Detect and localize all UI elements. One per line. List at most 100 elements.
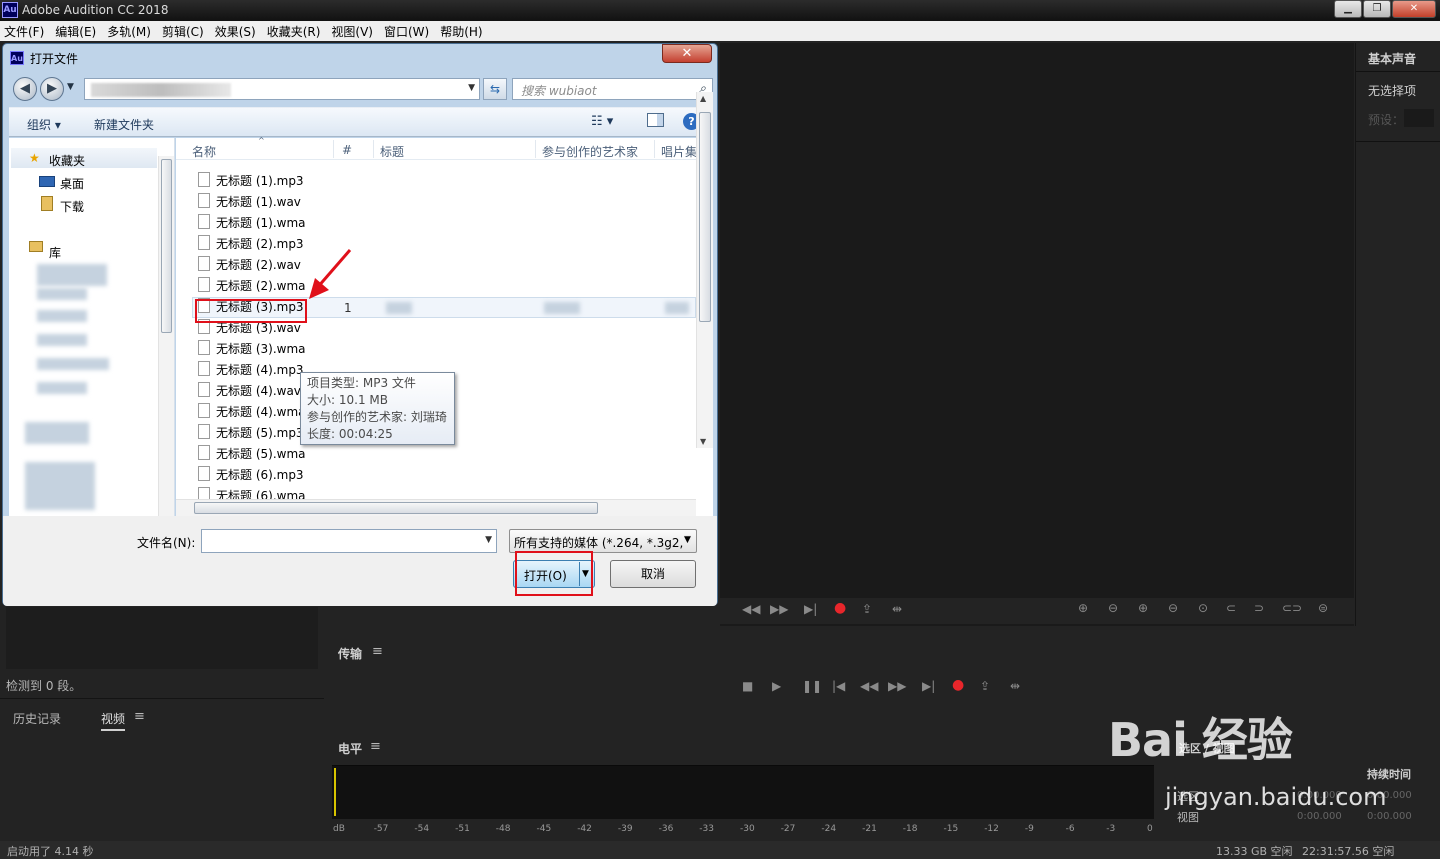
file-row[interactable]: 无标题 (6).mp3 xyxy=(194,463,304,484)
organize-button[interactable]: 组织 ▾ xyxy=(27,116,61,133)
file-row[interactable]: 无标题 (5).mp3 xyxy=(194,421,304,442)
tab-video[interactable]: 视频 xyxy=(101,710,126,731)
play-icon[interactable]: ▶ xyxy=(772,679,781,693)
record-icon[interactable]: ● xyxy=(834,600,846,616)
transport-title: 传输 xyxy=(338,647,363,661)
dialog-close-button[interactable]: ✕ xyxy=(662,44,712,63)
minimize-button[interactable]: ▁ xyxy=(1334,0,1362,18)
maximize-button[interactable]: ❐ xyxy=(1363,0,1391,18)
back-button[interactable]: ◀ xyxy=(13,77,37,101)
file-row[interactable]: 无标题 (2).mp3 xyxy=(194,232,304,253)
blurred-nav-item xyxy=(25,422,89,444)
zoom-selection-icon[interactable]: ⊂ xyxy=(1226,601,1236,615)
zoom-in-time-icon[interactable]: ⊕ xyxy=(1138,601,1148,615)
scroll-down-icon[interactable]: ▼ xyxy=(700,437,706,446)
tab-history[interactable]: 历史记录 xyxy=(13,710,61,727)
pause-icon[interactable]: ❚❚ xyxy=(802,679,822,693)
view-duration[interactable]: 0:00.000 xyxy=(1367,811,1412,822)
menu-effects[interactable]: 效果(S) xyxy=(215,23,256,40)
close-button[interactable]: ✕ xyxy=(1392,0,1436,18)
history-dropdown-icon[interactable]: ▼ xyxy=(67,82,74,92)
fast-forward-icon[interactable]: ▶▶ xyxy=(888,679,906,693)
menu-multitrack[interactable]: 多轨(M) xyxy=(107,23,151,40)
zoom-left-icon[interactable]: ⊃ xyxy=(1254,601,1264,615)
nav-desktop[interactable]: 桌面 xyxy=(60,175,84,192)
address-bar[interactable]: ▼ xyxy=(84,78,480,100)
zoom-out-time-icon[interactable]: ⊖ xyxy=(1168,601,1178,615)
file-list-scrollbar[interactable]: ▲ ▼ xyxy=(696,92,713,448)
record-icon[interactable]: ● xyxy=(952,677,964,693)
skip-start-icon[interactable]: |◀ xyxy=(832,679,845,693)
view-options-icon[interactable]: ☷ ▾ xyxy=(591,114,613,129)
skip-icon[interactable]: ⇹ xyxy=(1010,679,1020,693)
rewind-icon[interactable]: ◀◀ xyxy=(860,679,878,693)
fast-forward-icon[interactable]: ▶▶ xyxy=(770,602,788,616)
new-folder-button[interactable]: 新建文件夹 xyxy=(94,116,154,133)
file-icon xyxy=(198,172,210,187)
zoom-full-icon[interactable]: ⊙ xyxy=(1198,601,1208,615)
nav-scrollbar[interactable] xyxy=(158,156,174,516)
nav-downloads[interactable]: 下载 xyxy=(60,198,84,215)
panel-menu-icon[interactable]: ≡ xyxy=(370,739,381,754)
file-list-scrollbar-thumb[interactable] xyxy=(699,112,711,322)
zoom-right-icon[interactable]: ⊂⊃ xyxy=(1282,601,1302,615)
col-artist[interactable]: 参与创作的艺术家 xyxy=(542,143,638,160)
menu-edit[interactable]: 编辑(E) xyxy=(55,23,96,40)
menu-bar: 文件(F) 编辑(E) 多轨(M) 剪辑(C) 效果(S) 收藏夹(R) 视图(… xyxy=(0,21,1440,41)
file-row[interactable]: 无标题 (2).wav xyxy=(194,253,301,274)
menu-clip[interactable]: 剪辑(C) xyxy=(162,23,204,40)
loop-icon[interactable]: ⇪ xyxy=(980,679,990,693)
skip-end-icon[interactable]: ▶| xyxy=(804,602,817,616)
menu-window[interactable]: 窗口(W) xyxy=(384,23,429,40)
chevron-down-icon[interactable]: ▼ xyxy=(468,83,475,93)
file-row[interactable]: 无标题 (1).wav xyxy=(194,190,301,211)
menu-view[interactable]: 视图(V) xyxy=(331,23,373,40)
panel-menu-icon[interactable]: ≡ xyxy=(372,644,383,659)
preset-select[interactable] xyxy=(1404,109,1434,127)
panel-menu-icon[interactable]: ≡ xyxy=(134,709,145,724)
chevron-down-icon[interactable]: ▼ xyxy=(485,535,492,545)
skip-icon[interactable]: ⇹ xyxy=(892,602,902,616)
cancel-button[interactable]: 取消 xyxy=(610,560,696,588)
zoom-out-amplitude-icon[interactable]: ⊖ xyxy=(1108,601,1118,615)
nav-libraries[interactable]: 库 xyxy=(49,244,61,261)
preview-pane-icon[interactable] xyxy=(647,113,664,127)
blurred-nav-item xyxy=(37,310,87,322)
file-name: 无标题 (4).wav xyxy=(216,384,301,398)
nav-favorites[interactable]: 收藏夹 xyxy=(49,152,85,169)
menu-file[interactable]: 文件(F) xyxy=(4,23,44,40)
refresh-button[interactable]: ⇆ xyxy=(483,78,507,100)
scroll-up-icon[interactable]: ▲ xyxy=(700,94,706,103)
menu-favorites[interactable]: 收藏夹(R) xyxy=(267,23,321,40)
file-row[interactable]: 无标题 (4).wav xyxy=(194,379,301,400)
file-row[interactable]: 无标题 (1).wma xyxy=(194,211,306,232)
file-row[interactable]: 无标题 (5).wma xyxy=(194,442,306,463)
file-row[interactable]: 无标题 (1).mp3 xyxy=(194,169,304,190)
skip-end-icon[interactable]: ▶| xyxy=(922,679,935,693)
file-row[interactable]: 无标题 (4).mp3 xyxy=(194,358,304,379)
loop-icon[interactable]: ⇪ xyxy=(862,602,872,616)
rewind-icon[interactable]: ◀◀ xyxy=(742,602,760,616)
file-row[interactable]: 无标题 (3).wma xyxy=(194,337,306,358)
stop-icon[interactable]: ■ xyxy=(742,679,753,693)
horizontal-scrollbar-thumb[interactable] xyxy=(194,502,598,514)
col-title[interactable]: 标题 xyxy=(380,143,404,160)
col-name[interactable]: 名称 xyxy=(192,143,216,160)
zoom-in-amplitude-icon[interactable]: ⊕ xyxy=(1078,601,1088,615)
file-row[interactable]: 无标题 (2).wma xyxy=(194,274,306,295)
menu-help[interactable]: 帮助(H) xyxy=(440,23,482,40)
forward-button[interactable]: ▶ xyxy=(40,77,64,101)
view-start[interactable]: 0:00.000 xyxy=(1297,811,1342,822)
nav-scrollbar-thumb[interactable] xyxy=(161,159,172,333)
left-panels: 检测到 0 段。 历史记录 视频 ≡ xyxy=(0,605,324,841)
col-number[interactable]: # xyxy=(342,143,352,157)
col-album[interactable]: 唱片集 xyxy=(661,143,697,160)
downloads-folder-icon xyxy=(41,196,53,211)
filetype-select[interactable]: 所有支持的媒体 (*.264, *.3g2, xyxy=(509,529,697,553)
chevron-down-icon[interactable]: ▼ xyxy=(684,535,691,545)
search-input[interactable]: 搜索 wubiaot ⌕ xyxy=(512,78,713,100)
filename-input[interactable]: ▼ xyxy=(201,529,497,553)
horizontal-scrollbar[interactable] xyxy=(176,499,696,516)
file-row[interactable]: 无标题 (4).wma xyxy=(194,400,306,421)
zoom-reset-icon[interactable]: ⊜ xyxy=(1318,601,1328,615)
